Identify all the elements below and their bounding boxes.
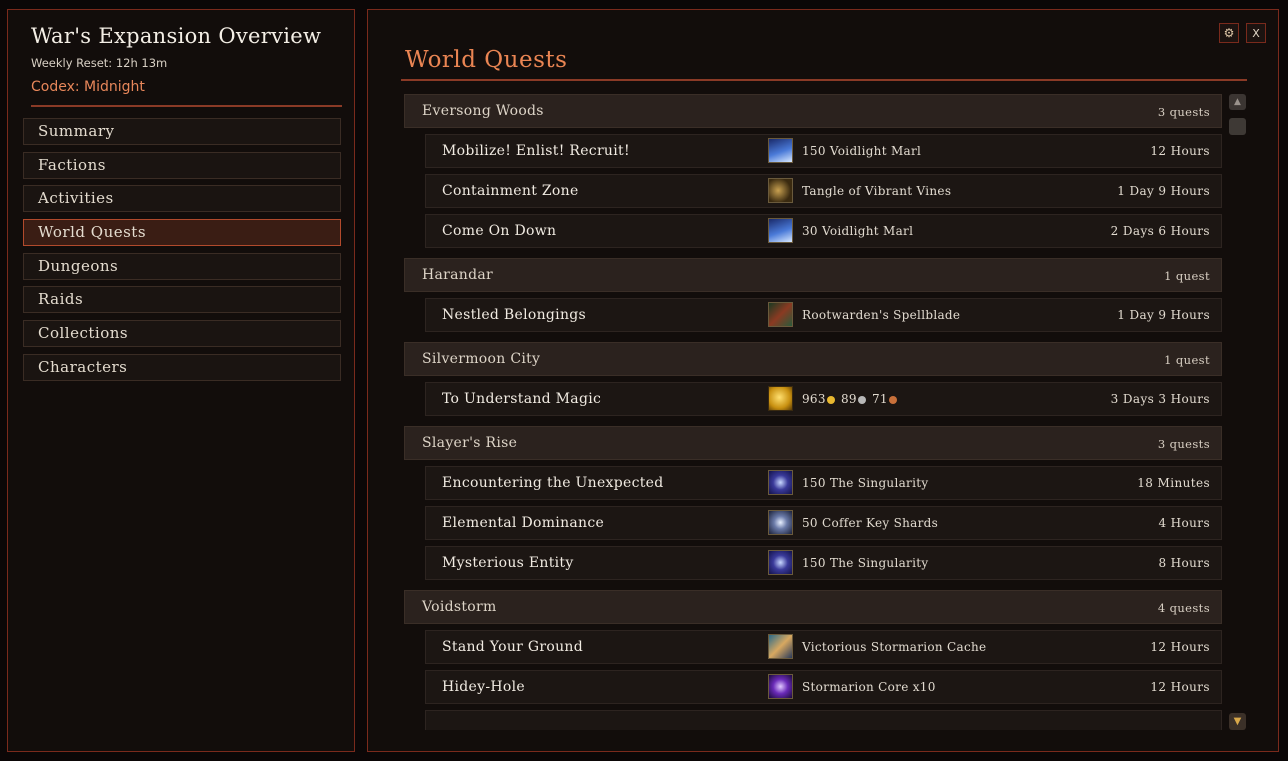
- zone-quest-count: 3 quests: [1157, 105, 1210, 119]
- gold-amount: 963: [802, 392, 826, 406]
- quest-row[interactable]: Elemental Dominance 50 Coffer Key Shards…: [425, 506, 1222, 540]
- quest-name: Mysterious Entity: [442, 555, 574, 571]
- copper-coin-icon: [888, 395, 897, 404]
- zone-header-harandar[interactable]: Harandar 1 quest: [404, 258, 1222, 292]
- codex-label: Codex: Midnight: [31, 79, 145, 95]
- zone-quest-count: 1 quest: [1164, 353, 1210, 367]
- singularity-icon: [768, 470, 793, 495]
- nav-item-summary[interactable]: Summary: [23, 118, 341, 145]
- quest-reward: 50 Coffer Key Shards: [802, 516, 939, 530]
- quest-time-remaining: 8 Hours: [1158, 556, 1210, 570]
- main-panel: ⚙ X World Quests Eversong Woods 3 quests…: [367, 9, 1279, 752]
- quest-row[interactable]: To Understand Magic 963 89 71 3 Days 3 H…: [425, 382, 1222, 416]
- quest-name: Stand Your Ground: [442, 639, 584, 655]
- copper-amount: 71: [871, 392, 888, 406]
- quest-reward: 150 Voidlight Marl: [802, 144, 922, 158]
- silver-amount: 89: [840, 392, 857, 406]
- zone-quest-count: 4 quests: [1157, 601, 1210, 615]
- quest-list: Eversong Woods 3 quests Mobilize! Enlist…: [404, 94, 1222, 730]
- quest-name: Encountering the Unexpected: [442, 475, 664, 491]
- voidlight-marl-icon: [768, 138, 793, 163]
- zone-quest-count: 1 quest: [1164, 269, 1210, 283]
- quest-row[interactable]: Encountering the Unexpected 150 The Sing…: [425, 466, 1222, 500]
- quest-reward: Victorious Stormarion Cache: [802, 640, 987, 654]
- zone-name: Eversong Woods: [422, 103, 544, 119]
- quest-time-remaining: 1 Day 9 Hours: [1117, 308, 1210, 322]
- nav-item-factions[interactable]: Factions: [23, 151, 341, 179]
- vines-icon: [768, 178, 793, 203]
- quest-row[interactable]: Come On Down 30 Voidlight Marl 2 Days 6 …: [425, 214, 1222, 248]
- nav-item-collections[interactable]: Collections: [23, 320, 341, 348]
- voidlight-marl-icon: [768, 218, 793, 243]
- nav-item-raids[interactable]: Raids: [23, 286, 341, 314]
- quest-reward: 150 The Singularity: [802, 476, 929, 490]
- quest-row[interactable]: Containment Zone Tangle of Vibrant Vines…: [425, 174, 1222, 208]
- weekly-reset-label: Weekly Reset: 12h 13m: [31, 56, 168, 70]
- quest-name: Hidey-Hole: [442, 679, 525, 695]
- scroll-down-button[interactable]: ▼: [1229, 713, 1246, 730]
- quest-time-remaining: 3 Days 3 Hours: [1110, 392, 1210, 406]
- gear-icon: ⚙: [1223, 26, 1235, 40]
- quest-reward: Stormarion Core x10: [802, 680, 936, 694]
- zone-header-voidstorm[interactable]: Voidstorm 4 quests: [404, 590, 1222, 624]
- quest-name: Containment Zone: [442, 183, 579, 199]
- title-divider: [401, 79, 1247, 81]
- settings-button[interactable]: ⚙: [1219, 23, 1239, 43]
- zone-header-slayers-rise[interactable]: Slayer's Rise 3 quests: [404, 426, 1222, 460]
- quest-reward: Tangle of Vibrant Vines: [802, 184, 952, 198]
- app-title: War's Expansion Overview: [31, 24, 322, 48]
- zone-name: Harandar: [422, 267, 494, 283]
- page-title: World Quests: [405, 47, 568, 73]
- zone-header-eversong-woods[interactable]: Eversong Woods 3 quests: [404, 94, 1222, 128]
- quest-time-remaining: 12 Hours: [1150, 144, 1210, 158]
- quest-time-remaining: 12 Hours: [1150, 640, 1210, 654]
- stormarion-core-icon: [768, 674, 793, 699]
- singularity-icon: [768, 550, 793, 575]
- gold-coin-icon: [826, 395, 835, 404]
- quest-name: Nestled Belongings: [442, 307, 587, 323]
- zone-name: Voidstorm: [422, 599, 497, 615]
- spellblade-icon: [768, 302, 793, 327]
- quest-name: To Understand Magic: [442, 391, 602, 407]
- quest-row[interactable]: Stand Your Ground Victorious Stormarion …: [425, 630, 1222, 664]
- gold-icon: [768, 386, 793, 411]
- zone-quest-count: 3 quests: [1157, 437, 1210, 451]
- zone-header-silvermoon-city[interactable]: Silvermoon City 1 quest: [404, 342, 1222, 376]
- quest-row[interactable]: Hidey-Hole Stormarion Core x10 12 Hours: [425, 670, 1222, 704]
- quest-time-remaining: 4 Hours: [1158, 516, 1210, 530]
- quest-reward: Rootwarden's Spellblade: [802, 308, 961, 322]
- scroll-up-button[interactable]: ▲: [1229, 94, 1246, 110]
- quest-time-remaining: 2 Days 6 Hours: [1110, 224, 1210, 238]
- silver-coin-icon: [857, 395, 866, 404]
- quest-name: Come On Down: [442, 223, 557, 239]
- quest-row[interactable]: Mobilize! Enlist! Recruit! 150 Voidlight…: [425, 134, 1222, 168]
- quest-row[interactable]: Nestled Belongings Rootwarden's Spellbla…: [425, 298, 1222, 332]
- nav-item-dungeons[interactable]: Dungeons: [23, 252, 341, 280]
- quest-row[interactable]: [425, 710, 1222, 730]
- sidebar-nav: Summary Factions Activities World Quests…: [23, 118, 341, 388]
- chevron-up-icon: ▲: [1234, 97, 1241, 107]
- quest-name: Mobilize! Enlist! Recruit!: [442, 143, 630, 159]
- scrollbar-thumb[interactable]: [1229, 118, 1246, 135]
- zone-name: Slayer's Rise: [422, 435, 518, 451]
- sidebar-divider: [31, 105, 342, 107]
- zone-name: Silvermoon City: [422, 351, 541, 367]
- sidebar-panel: War's Expansion Overview Weekly Reset: 1…: [7, 9, 355, 752]
- quest-time-remaining: 1 Day 9 Hours: [1117, 184, 1210, 198]
- close-button[interactable]: X: [1246, 23, 1266, 43]
- coffer-key-icon: [768, 510, 793, 535]
- chevron-down-icon: ▼: [1233, 716, 1242, 727]
- quest-time-remaining: 12 Hours: [1150, 680, 1210, 694]
- quest-time-remaining: 18 Minutes: [1137, 476, 1210, 490]
- quest-reward: 150 The Singularity: [802, 556, 929, 570]
- nav-item-characters[interactable]: Characters: [23, 353, 341, 381]
- nav-item-world-quests[interactable]: World Quests: [23, 219, 341, 247]
- cache-icon: [768, 634, 793, 659]
- quest-reward: 30 Voidlight Marl: [802, 224, 914, 238]
- quest-name: Elemental Dominance: [442, 515, 605, 531]
- quest-row[interactable]: Mysterious Entity 150 The Singularity 8 …: [425, 546, 1222, 580]
- nav-item-activities[interactable]: Activities: [23, 185, 341, 213]
- quest-reward-money: 963 89 71: [802, 392, 899, 406]
